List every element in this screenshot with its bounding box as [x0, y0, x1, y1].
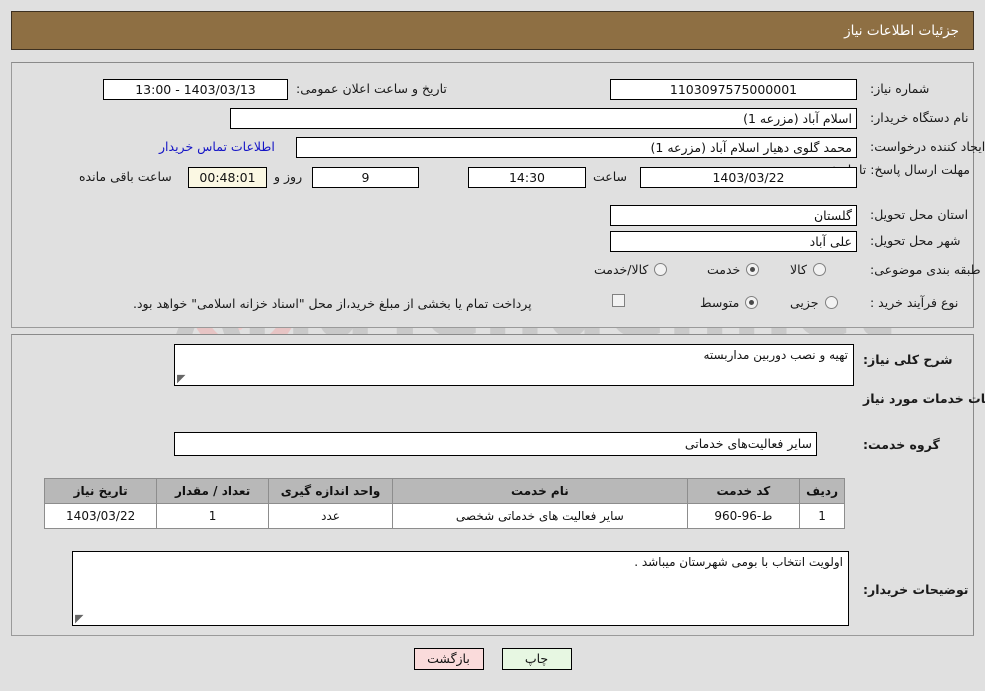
cell-name: سایر فعالیت های خدماتی شخصی	[392, 503, 688, 529]
process-radio-motevaset[interactable]	[745, 296, 759, 309]
footer-buttons: چاپ بازگشت	[0, 648, 985, 670]
treasury-checkbox[interactable]	[612, 294, 625, 307]
creator-label: ایجاد کننده درخواست:	[870, 139, 985, 154]
buyer-org-field: اسلام آباد (مزرعه 1)	[230, 108, 857, 129]
services-table-head: ردیف کد خدمت نام خدمت واحد اندازه گیری ت…	[43, 478, 845, 504]
buyer-notes-label-wrap: توضیحات خریدار:	[863, 582, 969, 597]
category-label: طبقه بندی موضوعی:	[870, 262, 981, 277]
need-number-field: 1103097575000001	[610, 79, 857, 100]
cell-code: ط-96-960	[686, 503, 801, 529]
cell-row: 1	[799, 503, 845, 529]
category-radio-kala[interactable]	[812, 263, 826, 276]
service-group-label: گروه خدمت:	[863, 437, 940, 452]
province-label: استان محل تحویل:	[870, 207, 969, 222]
th-quantity: تعداد / مقدار	[156, 478, 269, 504]
process-radio-jozii[interactable]	[824, 296, 838, 309]
category-option-label-kala: کالا	[790, 262, 807, 277]
need-desc-textarea[interactable]: تهیه و نصب دوربین مداربسته ◥	[174, 344, 854, 386]
cell-quantity: 1	[156, 503, 269, 529]
buyer-notes-value: اولویت انتخاب با بومی شهرستان میباشد .	[634, 555, 843, 569]
days-and-label: روز و	[274, 169, 303, 184]
buyer-org-label: نام دستگاه خریدار:	[870, 110, 969, 125]
remaining-hours-label-wrap: ساعت باقی مانده	[79, 169, 172, 184]
category-label-wrap: طبقه بندی موضوعی:	[870, 262, 981, 277]
province-row: استان محل تحویل:	[870, 207, 968, 222]
th-row: ردیف	[799, 478, 845, 504]
services-section-title: اطلاعات خدمات مورد نیاز	[863, 391, 985, 406]
th-name: نام خدمت	[392, 478, 688, 504]
buyer-contact-link[interactable]: اطلاعات تماس خریدار	[159, 139, 275, 154]
process-option-label-jozii: جزیی	[790, 295, 819, 310]
cell-unit: عدد	[267, 503, 394, 529]
process-option-jozii[interactable]: جزیی	[790, 295, 838, 310]
public-announce-field: 1403/03/13 - 13:00	[103, 79, 288, 100]
deadline-hour-field: 14:30	[468, 167, 586, 188]
need-desc-value: تهیه و نصب دوربین مداربسته	[703, 348, 849, 362]
th-unit: واحد اندازه گیری	[267, 478, 394, 504]
need-number-label: شماره نیاز:	[870, 81, 930, 96]
creator-row: ایجاد کننده درخواست:	[870, 139, 985, 154]
services-table: ردیف کد خدمت نام خدمت واحد اندازه گیری ت…	[43, 478, 845, 529]
need-desc-label: شرح کلی نیاز:	[863, 352, 953, 367]
remaining-days-field: 9	[312, 167, 419, 188]
process-option-motevaset[interactable]: متوسط	[700, 295, 759, 310]
buyer-notes-textarea[interactable]: اولویت انتخاب با بومی شهرستان میباشد . ◥	[72, 551, 849, 626]
services-table-body: 1 ط-96-960 سایر فعالیت های خدماتی شخصی ع…	[43, 503, 845, 529]
city-label: شهر محل تحویل:	[870, 233, 961, 248]
category-option-label-khedmat: خدمت	[707, 262, 741, 277]
creator-field: محمد گلوی دهیار اسلام آباد (مزرعه 1)	[296, 137, 857, 158]
process-label-wrap: نوع فرآیند خرید :	[870, 295, 958, 310]
category-radio-khedmat[interactable]	[746, 263, 760, 276]
remaining-time-field: 00:48:01	[188, 167, 267, 188]
service-group-label-wrap: گروه خدمت:	[863, 437, 940, 452]
deadline-label: مهلت ارسال پاسخ: تا تاریخ:	[825, 162, 970, 177]
process-option-label-motevaset: متوسط	[700, 295, 740, 310]
services-section-title-wrap: اطلاعات خدمات مورد نیاز	[863, 391, 985, 406]
treasury-note-wrap: پرداخت تمام یا بخشی از مبلغ خرید،از محل …	[133, 296, 532, 311]
category-option-kala[interactable]: کالا	[790, 262, 826, 277]
remaining-hours-label: ساعت باقی مانده	[79, 169, 172, 184]
page-root: AriaTender.net جزئیات اطلاعات نیاز شماره…	[0, 0, 985, 691]
deadline-date-field: 1403/03/22	[640, 167, 857, 188]
cell-date: 1403/03/22	[43, 503, 158, 529]
category-option-label-kala-khedmat: کالا/خدمت	[594, 262, 649, 277]
deadline-hour-label: ساعت	[593, 169, 628, 184]
city-row: شهر محل تحویل:	[870, 233, 960, 248]
resize-grip-icon[interactable]: ◥	[177, 372, 187, 385]
th-date: تاریخ نیاز	[43, 478, 158, 504]
page-title-bar: جزئیات اطلاعات نیاز	[11, 11, 974, 50]
need-desc-label-wrap: شرح کلی نیاز:	[863, 352, 952, 367]
buyer-org-row: نام دستگاه خریدار:	[870, 110, 968, 125]
deadline-hour-label-wrap: ساعت	[593, 169, 627, 184]
category-option-kala-khedmat[interactable]: کالا/خدمت	[594, 262, 668, 277]
process-label: نوع فرآیند خرید :	[870, 295, 959, 310]
service-group-field: سایر فعالیت‌های خدماتی	[174, 432, 817, 456]
table-row: 1 ط-96-960 سایر فعالیت های خدماتی شخصی ع…	[43, 503, 845, 529]
th-code: کد خدمت	[686, 478, 801, 504]
treasury-note: پرداخت تمام یا بخشی از مبلغ خرید،از محل …	[133, 296, 532, 311]
category-radio-kala-khedmat[interactable]	[654, 263, 668, 276]
treasury-checkbox-wrap[interactable]	[612, 294, 625, 307]
city-field: علی آباد	[610, 231, 857, 252]
buyer-contact-link-wrap[interactable]: اطلاعات تماس خریدار	[159, 139, 275, 154]
page-title: جزئیات اطلاعات نیاز	[844, 22, 959, 39]
print-button[interactable]: چاپ	[501, 648, 572, 670]
buyer-notes-label: توضیحات خریدار:	[863, 582, 969, 597]
days-and-label-wrap: روز و	[274, 169, 302, 184]
back-button[interactable]: بازگشت	[413, 648, 484, 670]
public-announce-label: تاریخ و ساعت اعلان عمومی:	[296, 81, 447, 96]
resize-grip-icon-notes[interactable]: ◥	[75, 612, 85, 625]
province-field: گلستان	[610, 205, 857, 226]
public-announce-row: تاریخ و ساعت اعلان عمومی:	[296, 81, 447, 96]
need-number-row: شماره نیاز:	[870, 81, 929, 96]
table-header-row: ردیف کد خدمت نام خدمت واحد اندازه گیری ت…	[43, 478, 845, 504]
need-info-panel	[11, 62, 974, 328]
category-option-khedmat[interactable]: خدمت	[707, 262, 760, 277]
deadline-label-wrap: مهلت ارسال پاسخ: تا تاریخ:	[825, 162, 970, 178]
